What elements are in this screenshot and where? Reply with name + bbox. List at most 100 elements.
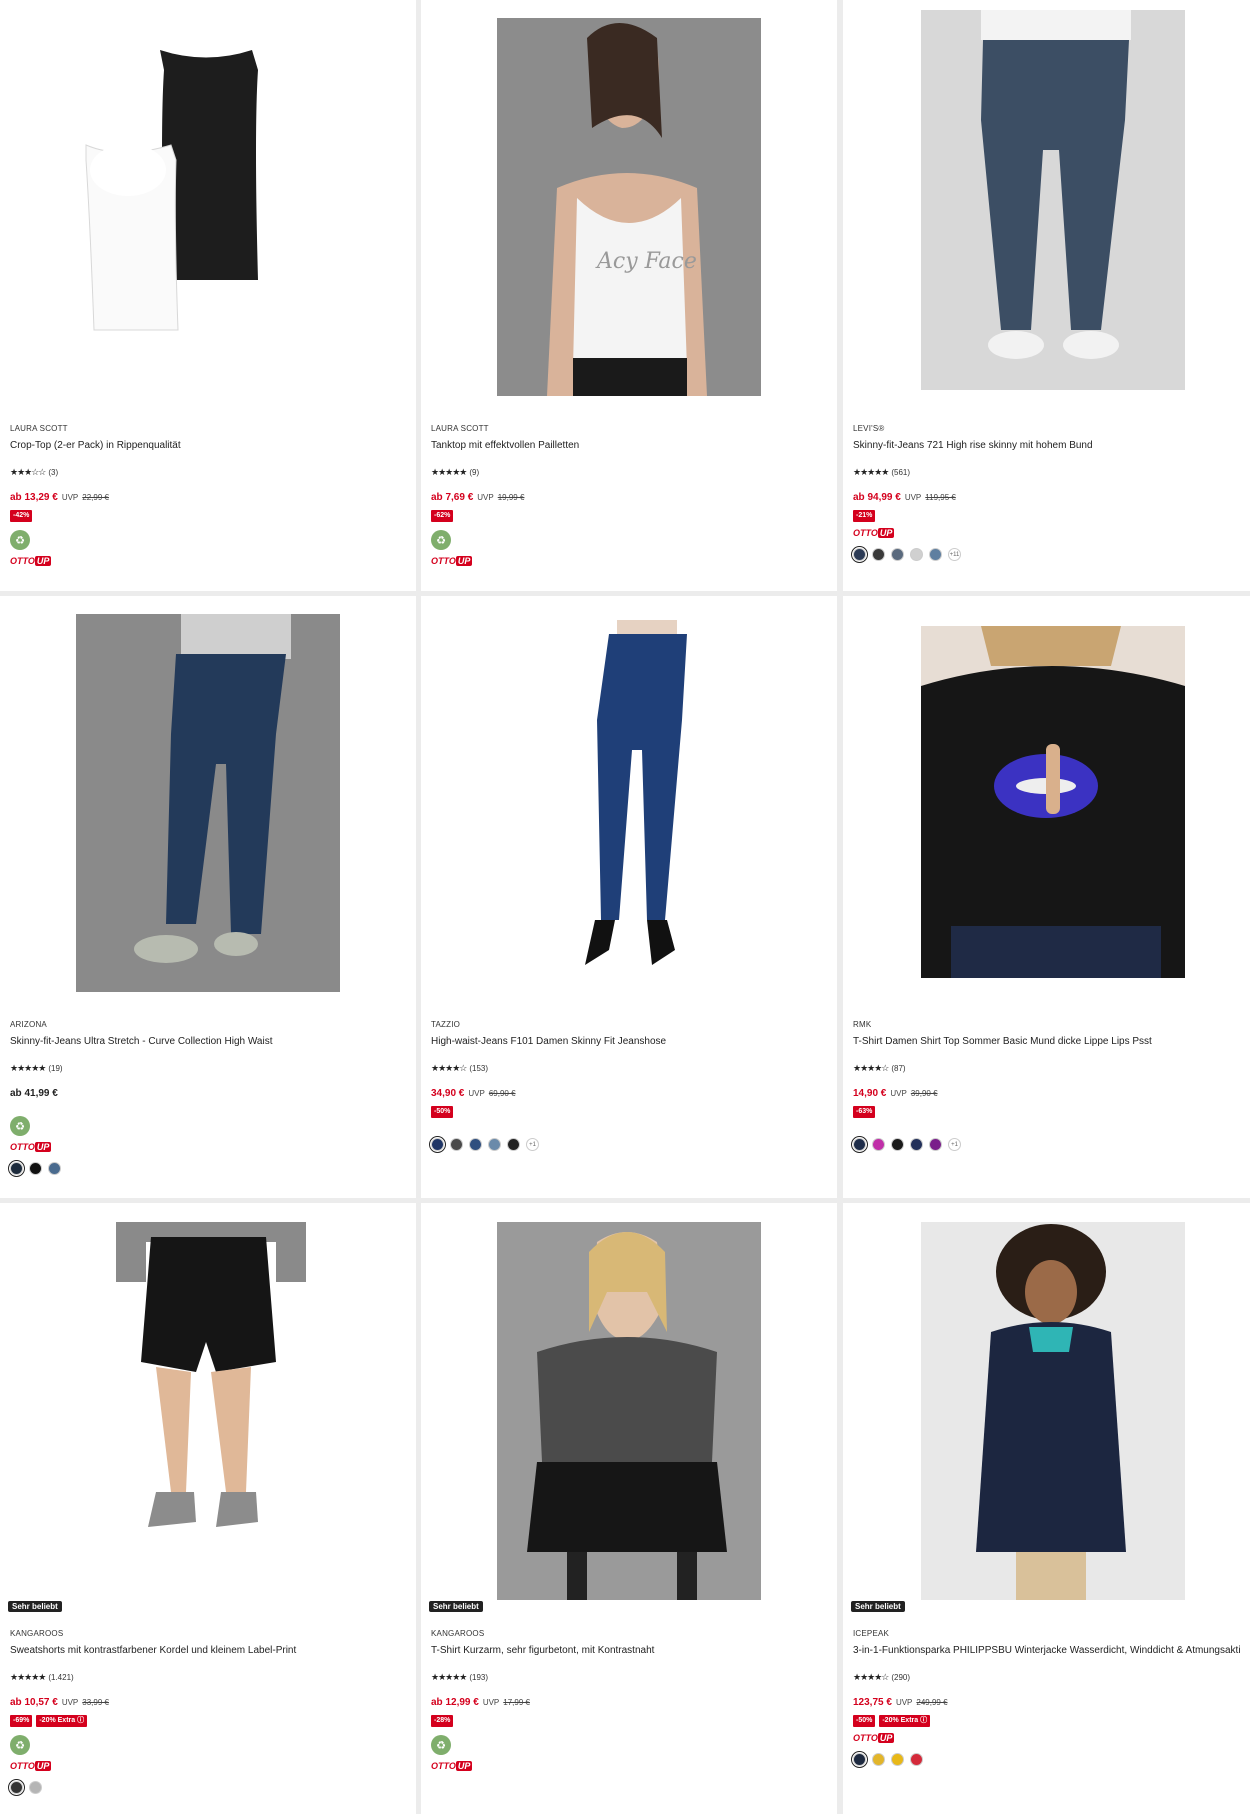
uvp-price: 69,90 €: [488, 1089, 516, 1098]
otto-up-logo: OTTO UP: [853, 1733, 895, 1743]
color-swatch[interactable]: [853, 548, 866, 561]
price-row: ab 12,99 € UVP 17,99 €: [431, 1697, 827, 1711]
product-rating: ★★★★★ (193): [431, 1671, 827, 1683]
color-swatch[interactable]: [891, 1138, 904, 1151]
color-swatches: [10, 1781, 406, 1794]
product-price: ab 10,57 €: [10, 1697, 58, 1708]
rating-stars: ★★★★★: [10, 1671, 46, 1682]
svg-text:Acy Face: Acy Face: [595, 249, 697, 274]
product-card[interactable]: Sehr beliebt KANGAROOS T-Shirt Kurzarm, …: [421, 1203, 837, 1814]
extra-discount-badge[interactable]: -20% Extra ⓘ: [879, 1715, 931, 1727]
color-swatch[interactable]: [910, 1753, 923, 1766]
color-swatch[interactable]: [853, 1753, 866, 1766]
product-title[interactable]: Skinny-fit-Jeans Ultra Stretch - Curve C…: [10, 1036, 406, 1050]
uvp-label: UVP: [895, 1698, 913, 1707]
product-card[interactable]: LEVI'S® Skinny-fit-Jeans 721 High rise s…: [843, 0, 1250, 591]
product-card[interactable]: TAZZIO High-waist-Jeans F101 Damen Skinn…: [421, 596, 837, 1198]
price-row: ab 94,99 € UVP 119,95 €: [853, 492, 1240, 506]
sustainability-icon: ♻: [431, 530, 451, 550]
product-price: 14,90 €: [853, 1088, 887, 1099]
product-image[interactable]: [921, 10, 1185, 390]
discount-badge: -62%: [431, 510, 454, 522]
discount-badge: -21%: [853, 510, 876, 522]
color-swatch[interactable]: [872, 1753, 885, 1766]
product-rating: ★★★☆☆ (3): [10, 466, 406, 478]
color-swatch[interactable]: [431, 1138, 444, 1151]
product-rating: ★★★★☆ (153): [431, 1062, 827, 1074]
more-colors-button[interactable]: +1: [948, 1138, 961, 1151]
product-title[interactable]: Crop-Top (2-er Pack) in Rippenqualität: [10, 440, 406, 454]
otto-up-logo: OTTO UP: [10, 556, 52, 566]
color-swatch[interactable]: [488, 1138, 501, 1151]
product-image[interactable]: [921, 1222, 1185, 1600]
product-price: ab 94,99 €: [853, 492, 901, 503]
product-price: ab 7,69 €: [431, 492, 474, 503]
color-swatch[interactable]: [929, 548, 942, 561]
discount-badge: -50%: [853, 1715, 876, 1727]
product-brand: LEVI'S®: [853, 424, 885, 433]
product-card[interactable]: ARIZONA Skinny-fit-Jeans Ultra Stretch -…: [0, 596, 416, 1198]
product-image[interactable]: [76, 614, 340, 992]
color-swatch[interactable]: [872, 548, 885, 561]
product-title[interactable]: Tanktop mit effektvollen Pailletten: [431, 440, 827, 454]
product-title[interactable]: 3-in-1-Funktionsparka PHILIPPSBU Winterj…: [853, 1645, 1240, 1659]
color-swatch[interactable]: [10, 1781, 23, 1794]
review-count: (153): [469, 1063, 489, 1073]
otto-up-logo: OTTO UP: [10, 1142, 52, 1152]
price-row: 14,90 € UVP 39,90 €: [853, 1088, 1240, 1102]
product-title[interactable]: Sweatshorts mit kontrastfarbener Kordel …: [10, 1645, 406, 1659]
product-image[interactable]: Acy Face: [497, 18, 761, 396]
uvp-price: 17,99 €: [503, 1698, 530, 1707]
otto-up-logo: OTTO UP: [10, 1761, 52, 1771]
review-count: (19): [48, 1063, 63, 1073]
product-image[interactable]: [497, 620, 761, 972]
more-colors-button[interactable]: +1: [526, 1138, 539, 1151]
color-swatch[interactable]: [853, 1138, 866, 1151]
more-colors-button[interactable]: +11: [948, 548, 961, 561]
popular-badge: Sehr beliebt: [851, 1601, 905, 1612]
color-swatch[interactable]: [929, 1138, 942, 1151]
uvp-label: UVP: [61, 493, 79, 502]
product-card[interactable]: RMK T-Shirt Damen Shirt Top Sommer Basic…: [843, 596, 1250, 1198]
color-swatch[interactable]: [507, 1138, 520, 1151]
product-brand: LAURA SCOTT: [431, 424, 489, 433]
extra-discount-badge[interactable]: -20% Extra ⓘ: [36, 1715, 88, 1727]
product-image[interactable]: [497, 1222, 761, 1600]
color-swatch[interactable]: [450, 1138, 463, 1151]
color-swatch[interactable]: [891, 548, 904, 561]
product-image[interactable]: [921, 626, 1185, 978]
product-title[interactable]: T-Shirt Kurzarm, sehr figurbetont, mit K…: [431, 1645, 827, 1659]
product-card[interactable]: LAURA SCOTT Crop-Top (2-er Pack) in Ripp…: [0, 0, 416, 591]
color-swatch[interactable]: [872, 1138, 885, 1151]
rating-stars: ★★★★★: [10, 1062, 46, 1073]
rating-stars: ★★★☆☆: [10, 466, 46, 477]
product-card[interactable]: Sehr beliebt KANGAROOS Sweatshorts mit k…: [0, 1203, 416, 1814]
color-swatch[interactable]: [10, 1162, 23, 1175]
product-image[interactable]: [76, 1222, 340, 1600]
uvp-label: UVP: [482, 1698, 500, 1707]
product-brand: KANGAROOS: [431, 1629, 485, 1638]
color-swatch[interactable]: [48, 1162, 61, 1175]
color-swatch[interactable]: [29, 1781, 42, 1794]
product-rating: ★★★★★ (1.421): [10, 1671, 406, 1683]
product-rating: ★★★★★ (561): [853, 466, 1240, 478]
uvp-price: 33,99 €: [82, 1698, 109, 1707]
otto-up-logo: OTTO UP: [431, 556, 473, 566]
sustainability-icon: ♻: [431, 1735, 451, 1755]
color-swatch[interactable]: [910, 548, 923, 561]
product-title[interactable]: T-Shirt Damen Shirt Top Sommer Basic Mun…: [853, 1036, 1240, 1050]
rating-stars: ★★★★★: [431, 466, 467, 477]
color-swatch[interactable]: [910, 1138, 923, 1151]
product-card[interactable]: Sehr beliebt ICEPEAK 3-in-1-Funktionspar…: [843, 1203, 1250, 1814]
product-brand: KANGAROOS: [10, 1629, 64, 1638]
product-image[interactable]: [76, 10, 340, 390]
product-title[interactable]: Skinny-fit-Jeans 721 High rise skinny mi…: [853, 440, 1240, 454]
color-swatch[interactable]: [469, 1138, 482, 1151]
color-swatch[interactable]: [891, 1753, 904, 1766]
uvp-price: 249,99 €: [916, 1698, 948, 1707]
product-title[interactable]: High-waist-Jeans F101 Damen Skinny Fit J…: [431, 1036, 827, 1050]
product-rating: ★★★★☆ (87): [853, 1062, 1240, 1074]
product-card[interactable]: Acy Face LAURA SCOTT Tanktop mit effektv…: [421, 0, 837, 591]
color-swatch[interactable]: [29, 1162, 42, 1175]
product-price: 34,90 €: [431, 1088, 465, 1099]
